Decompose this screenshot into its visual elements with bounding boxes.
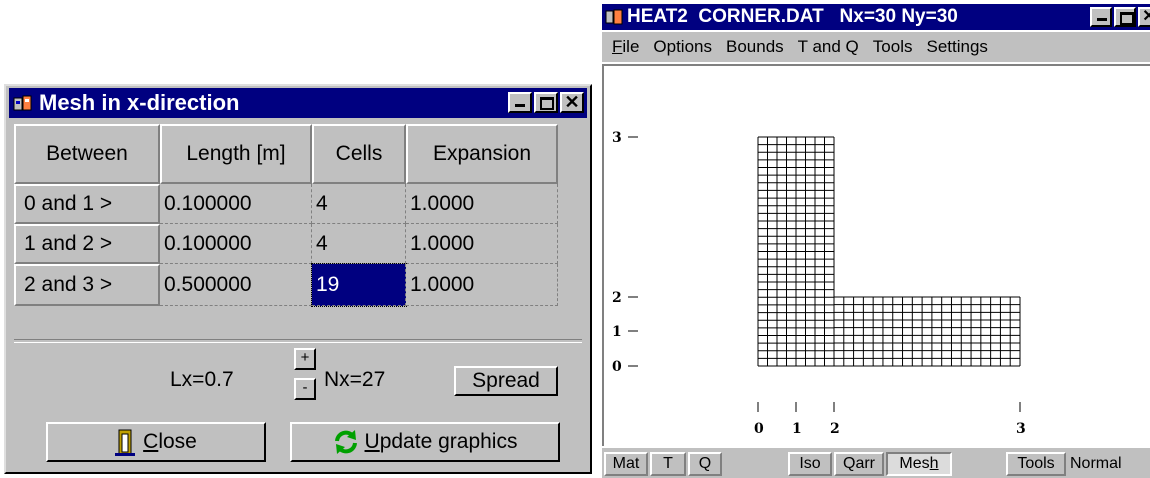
y-tick-label: 3	[612, 130, 622, 146]
cells-cell[interactable]: 4	[312, 184, 406, 224]
door-icon	[115, 428, 136, 456]
expansion-cell[interactable]: 1.0000	[406, 184, 558, 224]
q-button[interactable]: Q	[688, 452, 722, 476]
menu-settings[interactable]: Settings	[926, 37, 987, 57]
header-expansion: Expansion	[406, 124, 558, 184]
close-icon[interactable]: ✕	[560, 92, 584, 113]
expansion-cell[interactable]: 1.0000	[406, 224, 558, 264]
menu-file[interactable]: File	[612, 37, 639, 57]
row-button-0-1[interactable]: 0 and 1 >	[14, 184, 160, 224]
close-label: lose	[158, 430, 197, 453]
close-icon[interactable]: ✕	[1138, 7, 1150, 27]
y-tick-label: 1	[612, 324, 622, 340]
maximize-icon[interactable]	[1114, 7, 1136, 27]
spread-button[interactable]: Spread	[454, 366, 558, 396]
menu-tools[interactable]: Tools	[873, 37, 913, 57]
mesh-plot[interactable]: 3 2 1 0 0 1 2 3	[602, 64, 1150, 446]
mesh-dialog-title: Mesh in x-direction	[39, 90, 240, 115]
mesh-dialog-titlebar[interactable]: Mesh in x-direction ✕	[9, 88, 587, 118]
cells-cell-selected[interactable]: 19	[311, 263, 407, 307]
lx-label: Lx=0.7	[170, 368, 234, 391]
x-tick-label: 1	[792, 421, 802, 437]
minimize-icon[interactable]	[508, 92, 532, 113]
x-axis-ticks: 0 1 2 3	[754, 402, 1026, 437]
header-cells: Cells	[312, 124, 406, 184]
divider	[14, 339, 582, 343]
t-button[interactable]: T	[650, 452, 686, 476]
update-graphics-button[interactable]: Update graphics	[290, 422, 560, 462]
view-mode-label: Normal	[1070, 455, 1122, 472]
qarr-button[interactable]: Qarr	[834, 452, 884, 476]
heat2-menubar: File Options Bounds T and Q Tools Settin…	[602, 32, 1150, 62]
mesh-dialog: Mesh in x-direction ✕ Between Length [m]…	[4, 84, 592, 474]
nx-increment-button[interactable]: +	[294, 348, 316, 370]
update-mnemonic: U	[364, 430, 380, 453]
refresh-icon	[333, 429, 359, 455]
mesh-grid	[757, 136, 1021, 367]
app-icon	[13, 93, 33, 113]
close-button[interactable]: Close	[46, 422, 266, 462]
length-cell[interactable]: 0.100000	[160, 224, 312, 264]
nx-label: Nx=27	[324, 368, 386, 391]
heat2-bottom-toolbar: Mat T Q Iso Qarr Mes h Tools Normal	[602, 448, 1150, 478]
heat2-title: HEAT2 CORNER.DAT Nx=30 Ny=30	[627, 6, 958, 27]
length-cell[interactable]: 0.100000	[160, 184, 312, 224]
maximize-icon[interactable]	[534, 92, 558, 113]
expansion-cell[interactable]: 1.0000	[406, 264, 558, 306]
y-axis-ticks: 3 2 1 0	[612, 130, 638, 375]
header-between: Between	[14, 124, 160, 184]
tools-button[interactable]: Tools	[1006, 452, 1066, 476]
row-button-1-2[interactable]: 1 and 2 >	[14, 224, 160, 264]
app-icon	[605, 8, 623, 26]
menu-t-and-q[interactable]: T and Q	[798, 37, 859, 57]
minimize-icon[interactable]	[1090, 7, 1112, 27]
mesh-button[interactable]: Mes h	[886, 452, 952, 476]
heat2-window: HEAT2 CORNER.DAT Nx=30 Ny=30 ✕ File Opti…	[598, 0, 1150, 478]
x-tick-label: 3	[1016, 421, 1026, 437]
length-cell[interactable]: 0.500000	[160, 264, 312, 306]
nx-decrement-button[interactable]: -	[294, 378, 316, 400]
mat-button[interactable]: Mat	[604, 452, 648, 476]
menu-options[interactable]: Options	[653, 37, 712, 57]
close-mnemonic: C	[143, 430, 159, 453]
row-button-2-3[interactable]: 2 and 3 >	[14, 264, 160, 306]
y-tick-label: 2	[612, 290, 622, 306]
header-length: Length [m]	[160, 124, 312, 184]
y-tick-label: 0	[612, 359, 622, 375]
cells-cell[interactable]: 4	[312, 224, 406, 264]
iso-button[interactable]: Iso	[788, 452, 832, 476]
heat2-titlebar[interactable]: HEAT2 CORNER.DAT Nx=30 Ny=30 ✕	[602, 4, 1150, 30]
x-tick-label: 2	[830, 421, 840, 437]
x-tick-label: 0	[754, 421, 764, 437]
update-label: pdate graphics	[379, 430, 518, 453]
menu-bounds[interactable]: Bounds	[726, 37, 784, 57]
